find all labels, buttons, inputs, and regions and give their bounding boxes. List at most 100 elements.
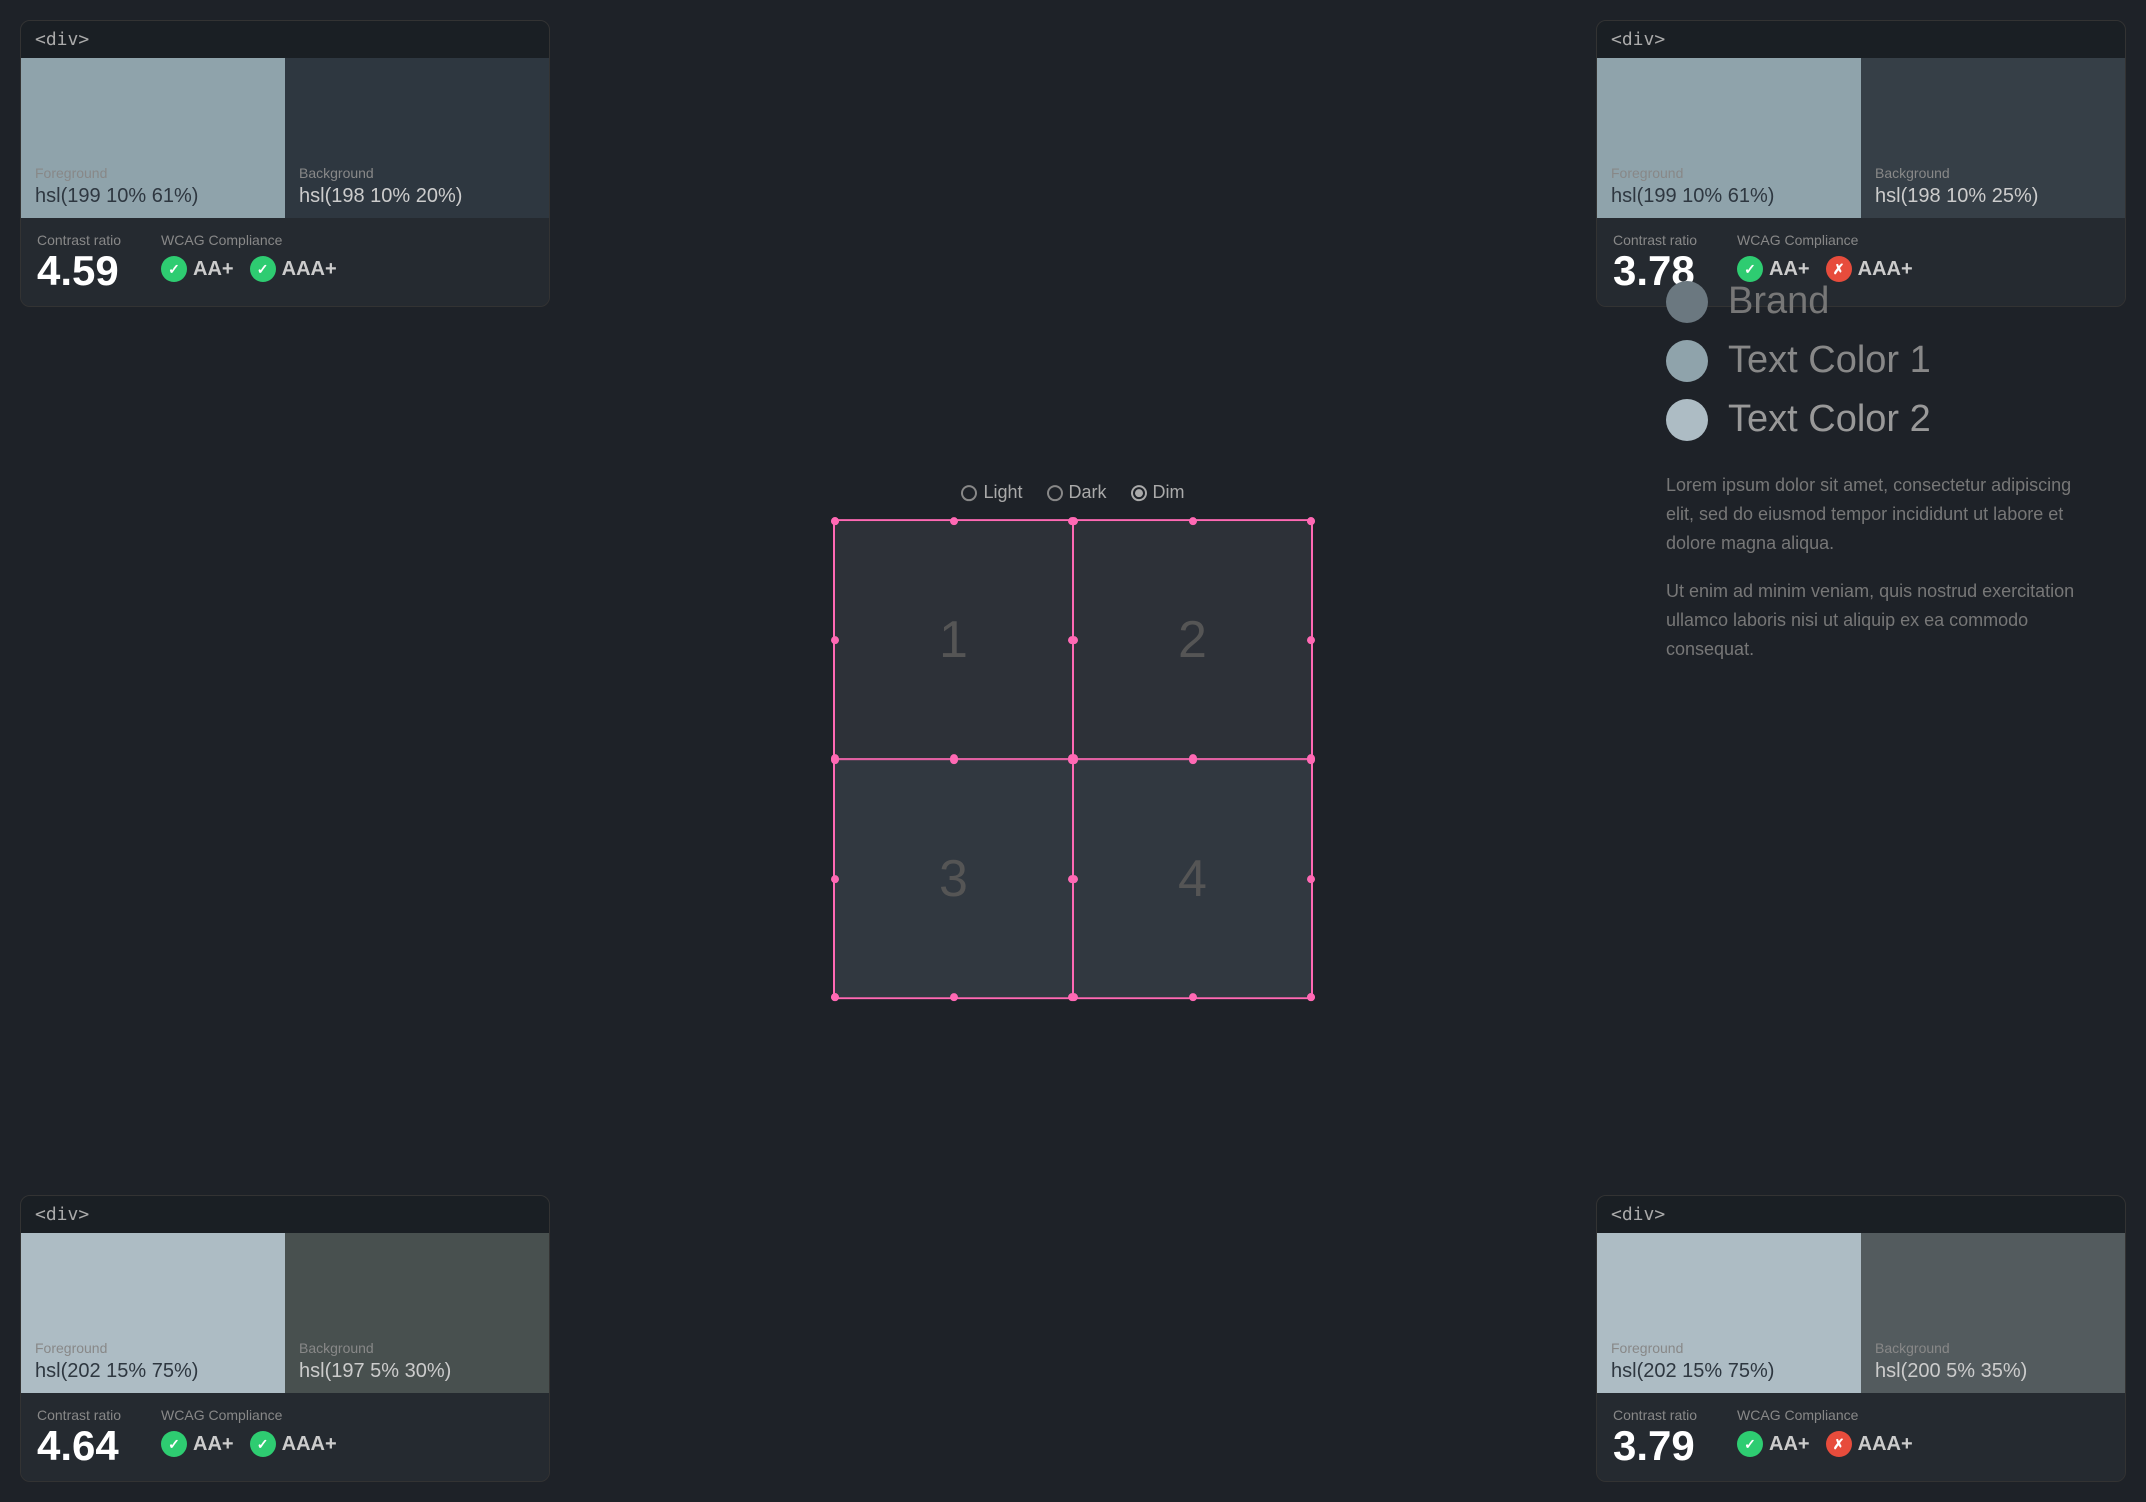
- card-bl-stats: Contrast ratio 4.64 WCAG Compliance ✓ AA…: [21, 1393, 549, 1481]
- card-br-fg-value: hsl(202 15% 75%): [1611, 1360, 1847, 1383]
- handle-p3-tl[interactable]: [831, 756, 839, 764]
- card-br-badges: ✓ AA+ ✗ AAA+: [1737, 1431, 1913, 1457]
- lorem-p1: Lorem ipsum dolor sit amet, consectetur …: [1666, 471, 2086, 557]
- legend-text1-label: Text Color 1: [1728, 339, 1931, 382]
- radio-dim[interactable]: [1131, 485, 1147, 501]
- card-tr-aa-icon: ✓: [1737, 256, 1763, 282]
- theme-light-label: Light: [983, 482, 1022, 503]
- card-bl-wcag: WCAG Compliance ✓ AA+ ✓ AAA+: [161, 1407, 337, 1457]
- radio-light[interactable]: [961, 485, 977, 501]
- legend-item-text1: Text Color 1: [1666, 339, 2086, 382]
- card-br-aa-icon: ✓: [1737, 1431, 1763, 1457]
- card-br-contrast: Contrast ratio 3.79: [1613, 1407, 1697, 1467]
- handle-p3-ml[interactable]: [831, 875, 839, 883]
- grid-panel-3: 3: [835, 759, 1073, 997]
- handle-p4-br[interactable]: [1307, 993, 1315, 1001]
- card-tr-fg-label: Foreground: [1611, 165, 1847, 181]
- card-tr-bg-value: hsl(198 10% 25%): [1875, 185, 2111, 208]
- handle-p1-tl[interactable]: [831, 517, 839, 525]
- legend-text1-circle: [1666, 340, 1708, 382]
- panel-4-number: 4: [1178, 849, 1207, 909]
- theme-option-dark[interactable]: Dark: [1047, 482, 1107, 503]
- card-top-left: <div> Foreground hsl(199 10% 61%) Backgr…: [20, 20, 550, 307]
- card-br-aaa-icon: ✗: [1826, 1431, 1852, 1457]
- card-bl-aa-icon: ✓: [161, 1431, 187, 1457]
- card-tl-wcag: WCAG Compliance ✓ AA+ ✓ AAA+: [161, 232, 337, 282]
- inner-grid: 1 2: [835, 521, 1311, 997]
- card-bl-fg-label: Foreground: [35, 1340, 271, 1356]
- handle-p2-tm[interactable]: [1189, 517, 1197, 525]
- card-tr-wcag: WCAG Compliance ✓ AA+ ✗ AAA+: [1737, 232, 1913, 282]
- theme-option-dim[interactable]: Dim: [1131, 482, 1185, 503]
- card-br-aaa-badge: ✗ AAA+: [1826, 1431, 1913, 1457]
- card-tr-badges: ✓ AA+ ✗ AAA+: [1737, 256, 1913, 282]
- card-br-swatches: Foreground hsl(202 15% 75%) Background h…: [1597, 1233, 2125, 1393]
- handle-p4-tr[interactable]: [1307, 756, 1315, 764]
- panel-1-number: 1: [939, 610, 968, 670]
- radio-dark[interactable]: [1047, 485, 1063, 501]
- legend-text2-label: Text Color 2: [1728, 398, 1931, 441]
- card-tl-aa-icon: ✓: [161, 256, 187, 282]
- card-br-tag: <div>: [1597, 1196, 2125, 1233]
- card-bl-aaa-icon: ✓: [250, 1431, 276, 1457]
- card-top-right: <div> Foreground hsl(199 10% 61%) Backgr…: [1596, 20, 2126, 307]
- card-br-background-swatch: Background hsl(200 5% 35%): [1861, 1233, 2125, 1393]
- card-tl-tag: <div>: [21, 21, 549, 58]
- handle-p4-bm[interactable]: [1189, 993, 1197, 1001]
- handle-p1-tm[interactable]: [950, 517, 958, 525]
- card-br-foreground-swatch: Foreground hsl(202 15% 75%): [1597, 1233, 1861, 1393]
- card-tl-aa-badge: ✓ AA+: [161, 256, 234, 282]
- legend-item-text2: Text Color 2: [1666, 398, 2086, 441]
- handle-p3-bm[interactable]: [950, 993, 958, 1001]
- card-tl-fg-value: hsl(199 10% 61%): [35, 185, 271, 208]
- handle-p2-mr[interactable]: [1307, 636, 1315, 644]
- card-br-fg-label: Foreground: [1611, 1340, 1847, 1356]
- card-bl-badges: ✓ AA+ ✓ AAA+: [161, 1431, 337, 1457]
- theme-dim-label: Dim: [1153, 482, 1185, 503]
- card-tr-background-swatch: Background hsl(198 10% 25%): [1861, 58, 2125, 218]
- grid-wrapper: 1 2: [833, 519, 1313, 999]
- card-br-aa-badge: ✓ AA+: [1737, 1431, 1810, 1457]
- card-tl-bg-label: Background: [299, 165, 535, 181]
- card-bl-swatches: Foreground hsl(202 15% 75%) Background h…: [21, 1233, 549, 1393]
- card-tr-foreground-swatch: Foreground hsl(199 10% 61%): [1597, 58, 1861, 218]
- handle-p1-ml[interactable]: [831, 636, 839, 644]
- card-bl-background-swatch: Background hsl(197 5% 30%): [285, 1233, 549, 1393]
- card-tl-fg-label: Foreground: [35, 165, 271, 181]
- card-tl-foreground-swatch: Foreground hsl(199 10% 61%): [21, 58, 285, 218]
- lorem-p2: Ut enim ad minim veniam, quis nostrud ex…: [1666, 577, 2086, 663]
- card-tr-aaa-icon: ✗: [1826, 256, 1852, 282]
- grid-panel-4: 4: [1073, 759, 1311, 997]
- legend-brand-label: Brand: [1728, 280, 1829, 323]
- handle-p4-tm[interactable]: [1189, 756, 1197, 764]
- card-tr-tag: <div>: [1597, 21, 2125, 58]
- handle-p3-tm[interactable]: [950, 756, 958, 764]
- card-tl-badges: ✓ AA+ ✓ AAA+: [161, 256, 337, 282]
- card-tl-contrast: Contrast ratio 4.59: [37, 232, 121, 292]
- handle-p2-ml[interactable]: [1070, 636, 1078, 644]
- radio-dim-dot: [1135, 489, 1143, 497]
- handle-p2-tr[interactable]: [1307, 517, 1315, 525]
- theme-selector[interactable]: Light Dark Dim: [961, 482, 1184, 503]
- card-bl-tag: <div>: [21, 1196, 549, 1233]
- handle-p4-bl[interactable]: [1070, 993, 1078, 1001]
- legend-text2-circle: [1666, 399, 1708, 441]
- card-tl-swatches: Foreground hsl(199 10% 61%) Background h…: [21, 58, 549, 218]
- center-area: Light Dark Dim: [833, 482, 1313, 999]
- card-bl-contrast: Contrast ratio 4.64: [37, 1407, 121, 1467]
- lorem-section: Lorem ipsum dolor sit amet, consectetur …: [1666, 471, 2086, 664]
- card-tl-bg-value: hsl(198 10% 20%): [299, 185, 535, 208]
- legend-item-brand: Brand: [1666, 280, 2086, 323]
- handle-p4-tl[interactable]: [1070, 756, 1078, 764]
- card-bl-bg-value: hsl(197 5% 30%): [299, 1360, 535, 1383]
- theme-dark-label: Dark: [1069, 482, 1107, 503]
- theme-option-light[interactable]: Light: [961, 482, 1022, 503]
- handle-p3-bl[interactable]: [831, 993, 839, 1001]
- legend-brand-circle: [1666, 281, 1708, 323]
- handle-p4-mr[interactable]: [1307, 875, 1315, 883]
- right-panel: Brand Text Color 1 Text Color 2 Lorem ip…: [1666, 280, 2086, 684]
- handle-p4-ml[interactable]: [1070, 875, 1078, 883]
- card-tl-stats: Contrast ratio 4.59 WCAG Compliance ✓ AA…: [21, 218, 549, 306]
- handle-p2-tl[interactable]: [1070, 517, 1078, 525]
- card-bl-fg-value: hsl(202 15% 75%): [35, 1360, 271, 1383]
